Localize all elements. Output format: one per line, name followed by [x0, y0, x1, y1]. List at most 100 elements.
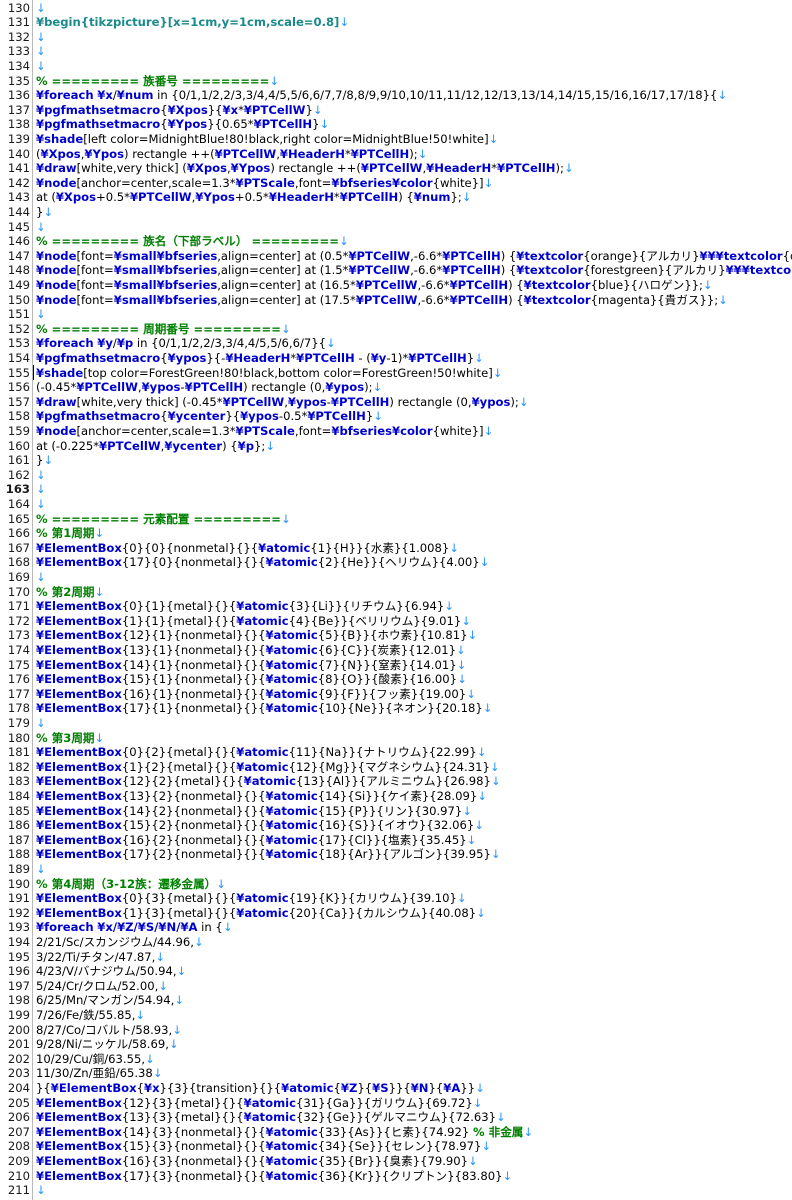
- code-text: {14}{2}{nonmetal}{}{: [121, 803, 266, 818]
- code-line[interactable]: ¥ElementBox{12}{3}{metal}{}{¥atomic{31}{…: [33, 1096, 792, 1111]
- code-line[interactable]: ↓: [33, 862, 792, 877]
- code-line[interactable]: % 第2周期↓: [33, 585, 792, 600]
- code-line[interactable]: ¥ElementBox{12}{2}{metal}{}{¥atomic{13}{…: [33, 774, 792, 789]
- code-line[interactable]: ↓: [33, 482, 792, 497]
- code-line[interactable]: ¥foreach ¥x/¥num in {0/1,1/2,2/3,3/4,4/5…: [33, 88, 792, 103]
- code-line[interactable]: ↓: [33, 468, 792, 483]
- code-line[interactable]: ¥draw[white,very thick] (-0.45*¥PTCellW,…: [33, 395, 792, 410]
- code-line[interactable]: ¥pgfmathsetmacro{¥ypos}{-¥HeaderH*¥PTCel…: [33, 351, 792, 381]
- code-line[interactable]: ¥node[font=¥small¥bfseries,align=center]…: [33, 249, 792, 264]
- code-line[interactable]: 3/22/Ti/チタン/47.87,↓: [33, 950, 792, 965]
- code-line[interactable]: 7/26/Fe/鉄/55.85,↓: [33, 1008, 792, 1023]
- line-number: 149: [7, 277, 30, 292]
- code-line[interactable]: ¥node[font=¥small¥bfseries,align=center]…: [33, 278, 792, 293]
- code-area[interactable]: ↓ ¥begin{tikzpicture}[x=1cm,y=1cm,scale=0…: [33, 0, 792, 1200]
- code-line[interactable]: ↓: [33, 307, 792, 322]
- code-line[interactable]: ¥ElementBox{15}{2}{nonmetal}{}{¥atomic{1…: [33, 818, 792, 833]
- code-text: [font=: [76, 292, 114, 307]
- code-line[interactable]: ¥ElementBox{1}{3}{metal}{}{¥atomic{20}{C…: [33, 906, 792, 921]
- code-line[interactable]: ↓: [33, 570, 792, 585]
- code-line[interactable]: ¥foreach ¥x/¥Z/¥S/¥N/¥A in {↓: [33, 920, 792, 935]
- code-line[interactable]: 10/29/Cu/銅/63.55,↓: [33, 1052, 792, 1067]
- line-number: 156: [7, 380, 30, 395]
- code-line[interactable]: ¥begin{tikzpicture}[x=1cm,y=1cm,scale=0.…: [33, 15, 792, 30]
- code-line[interactable]: ¥ElementBox{12}{1}{nonmetal}{}{¥atomic{5…: [33, 628, 792, 643]
- code-line[interactable]: ¥node[anchor=center,scale=1.3*¥PTScale,f…: [33, 424, 792, 439]
- code-line[interactable]: % 第3周期↓: [33, 731, 792, 746]
- code-line[interactable]: % ========= 元素配置 =========↓: [33, 512, 792, 527]
- return-mark-icon: ↓: [36, 496, 46, 511]
- code-line[interactable]: 9/28/Ni/ニッケル/58.69,↓: [33, 1037, 792, 1052]
- code-line[interactable]: ¥pgfmathsetmacro{¥Xpos}{¥x*¥PTCellW}↓: [33, 103, 792, 118]
- code-line[interactable]: (¥Xpos,¥Ypos) rectangle ++(¥PTCellW,¥Hea…: [33, 147, 792, 162]
- code-line[interactable]: ¥ElementBox{17}{3}{nonmetal}{}{¥atomic{3…: [33, 1169, 792, 1184]
- code-line[interactable]: ¥ElementBox{16}{2}{nonmetal}{}{¥atomic{1…: [33, 833, 792, 848]
- code-line[interactable]: ↓: [33, 59, 792, 74]
- code-line[interactable]: % ========= 族番号 =========↓: [33, 74, 792, 89]
- code-line[interactable]: ¥ElementBox{16}{1}{nonmetal}{}{¥atomic{9…: [33, 687, 792, 702]
- code-line[interactable]: ¥node[font=¥small¥bfseries,align=center]…: [33, 293, 792, 308]
- code-line[interactable]: ¥ElementBox{17}{2}{nonmetal}{}{¥atomic{1…: [33, 847, 792, 862]
- return-mark-icon: ↓: [456, 657, 467, 672]
- code-line[interactable]: ¥ElementBox{1}{1}{metal}{}{¥atomic{4}{Be…: [33, 614, 792, 629]
- code-line[interactable]: ¥ElementBox{0}{1}{metal}{}{¥atomic{3}{Li…: [33, 599, 792, 614]
- code-line[interactable]: ↓: [33, 220, 792, 235]
- code-line[interactable]: 8/27/Co/コバルト/58.93,↓: [33, 1023, 792, 1038]
- code-line[interactable]: ↓: [33, 497, 792, 512]
- code-line[interactable]: ¥ElementBox{13}{1}{nonmetal}{}{¥atomic{6…: [33, 643, 792, 658]
- code-line[interactable]: 4/23/V/バナジウム/50.94,↓: [33, 964, 792, 979]
- code-text: {orange}{金属}};: [782, 248, 792, 263]
- code-line[interactable]: ¥ElementBox{14}{1}{nonmetal}{}{¥atomic{7…: [33, 658, 792, 673]
- code-line[interactable]: ¥ElementBox{15}{1}{nonmetal}{}{¥atomic{8…: [33, 672, 792, 687]
- code-line[interactable]: }↓: [33, 453, 792, 468]
- code-line[interactable]: ↓: [33, 716, 792, 731]
- code-text: ,-6.6*: [410, 263, 443, 278]
- code-editor[interactable]: 130 131 132 133 134 135 136 137 138 139 140 141 142 1…: [0, 0, 792, 1200]
- code-line[interactable]: ↓: [33, 1183, 792, 1198]
- code-line[interactable]: 6/25/Mn/マンガン/54.94,↓: [33, 993, 792, 1008]
- code-line[interactable]: ¥ElementBox{17}{0}{nonmetal}{}{¥atomic{2…: [33, 555, 792, 570]
- code-line[interactable]: ¥ElementBox{0}{2}{metal}{}{¥atomic{11}{N…: [33, 745, 792, 760]
- return-mark-icon: ↓: [496, 1110, 506, 1125]
- code-line[interactable]: % ========= 周期番号 =========↓: [33, 322, 792, 337]
- code-macro: ¥HeaderH: [279, 146, 345, 161]
- code-line[interactable]: at (-0.225*¥PTCellW,¥ycenter) {¥p};↓: [33, 439, 792, 454]
- code-line[interactable]: ¥shade[left color=MidnightBlue!80!black,…: [33, 132, 792, 147]
- code-line[interactable]: 5/24/Cr/クロム/52.00,↓: [33, 979, 792, 994]
- code-line[interactable]: ¥ElementBox{16}{3}{nonmetal}{}{¥atomic{3…: [33, 1154, 792, 1169]
- code-line[interactable]: ¥ElementBox{14}{2}{nonmetal}{}{¥atomic{1…: [33, 804, 792, 819]
- code-text: ,align=center] at (17.5*: [217, 292, 356, 307]
- code-line[interactable]: ↓: [33, 44, 792, 59]
- code-line[interactable]: ¥ElementBox{1}{2}{metal}{}{¥atomic{12}{M…: [33, 760, 792, 775]
- code-line[interactable]: ↓: [33, 30, 792, 45]
- code-line[interactable]: at (¥Xpos+0.5*¥PTCellW,¥Ypos+0.5*¥Header…: [33, 190, 792, 205]
- code-line[interactable]: 11/30/Zn/亜鉛/65.38↓: [33, 1066, 792, 1081]
- code-line[interactable]: ¥ElementBox{15}{3}{nonmetal}{}{¥atomic{3…: [33, 1139, 792, 1154]
- code-line[interactable]: 2/21/Sc/スカンジウム/44.96,↓: [33, 935, 792, 950]
- code-line[interactable]: ¥foreach ¥y/¥p in {0/1,1/2,2/3,3/4,4/5,5…: [33, 336, 792, 351]
- code-text: in {: [197, 920, 223, 935]
- code-line[interactable]: ¥ElementBox{13}{2}{nonmetal}{}{¥atomic{1…: [33, 789, 792, 804]
- code-line[interactable]: ¥draw[white,very thick] (¥Xpos,¥Ypos) re…: [33, 161, 792, 176]
- return-mark-icon: ↓: [717, 88, 728, 103]
- code-line[interactable]: ¥node[anchor=center,scale=1.3*¥PTScale,f…: [33, 176, 792, 191]
- code-line[interactable]: ↓: [33, 1, 792, 16]
- code-line[interactable]: ¥ElementBox{13}{3}{metal}{}{¥atomic{32}{…: [33, 1110, 792, 1125]
- code-line[interactable]: ¥ElementBox{0}{3}{metal}{}{¥atomic{19}{K…: [33, 891, 792, 906]
- code-line[interactable]: ¥pgfmathsetmacro{¥ycenter}{¥ypos-0.5*¥PT…: [33, 409, 792, 424]
- code-line[interactable]: ¥ElementBox{0}{0}{nonmetal}{}{¥atomic{1}…: [33, 541, 792, 556]
- code-line[interactable]: }{¥ElementBox{¥x}{3}{transition}{}{¥atom…: [33, 1081, 792, 1096]
- code-line[interactable]: % 第1周期↓: [33, 526, 792, 541]
- code-line[interactable]: ¥shade[top color=ForestGreen!80!black,bo…: [33, 366, 792, 381]
- code-macro: ¥foreach: [36, 336, 94, 351]
- code-line[interactable]: (-0.45*¥PTCellW,¥ypos-¥PTCellH) rectangl…: [33, 380, 792, 395]
- code-line[interactable]: }↓: [33, 205, 792, 220]
- code-line[interactable]: ¥pgfmathsetmacro{¥Ypos}{0.65*¥PTCellH}↓: [33, 117, 792, 132]
- code-line[interactable]: ¥ElementBox{14}{3}{nonmetal}{}{¥atomic{3…: [33, 1125, 792, 1140]
- code-line[interactable]: % 第4周期（3-12族：遷移金属）↓: [33, 877, 792, 892]
- code-line[interactable]: % ========= 族名（下部ラベル） =========↓: [33, 234, 792, 249]
- return-mark-icon: ↓: [36, 29, 46, 44]
- code-macro: ¥textcolor: [516, 248, 584, 263]
- code-line[interactable]: ¥node[font=¥small¥bfseries,align=center]…: [33, 263, 792, 278]
- code-line[interactable]: ¥ElementBox{17}{1}{nonmetal}{}{¥atomic{1…: [33, 701, 792, 716]
